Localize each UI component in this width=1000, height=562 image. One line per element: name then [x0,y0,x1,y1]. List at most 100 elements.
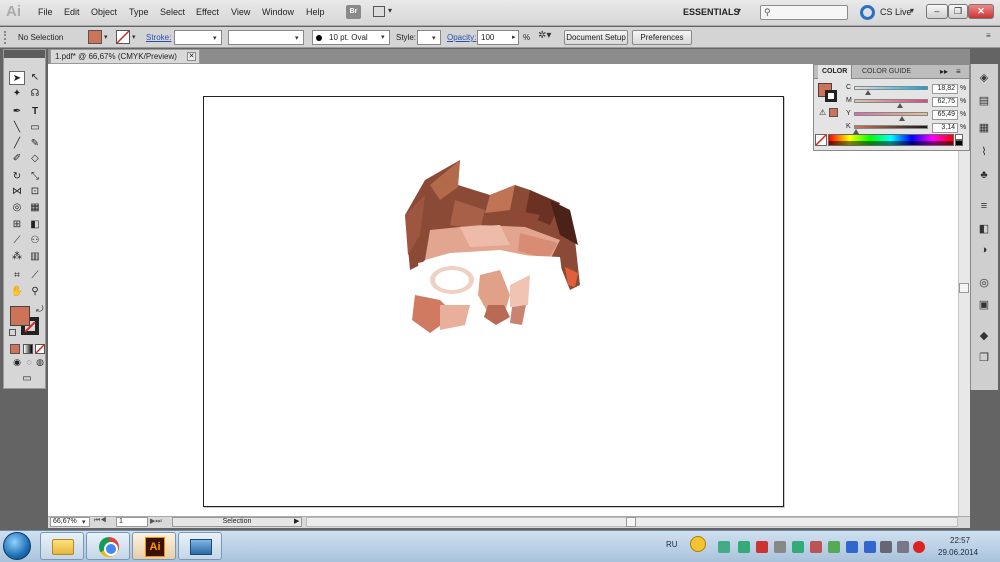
lasso-tool-icon[interactable]: ☊ [27,87,43,101]
opacity-label[interactable]: Opacity: [447,33,476,42]
channel-value-input[interactable]: 65,49 [932,110,958,120]
search-input[interactable]: ⚲ [760,5,848,20]
eraser-tool-icon[interactable]: ◇ [27,152,43,166]
layers-panel-icon[interactable]: ◆ [975,328,993,344]
tray-icon-5[interactable] [792,541,804,553]
taskbar-chrome[interactable] [86,532,130,560]
channel-slider-thumb[interactable] [865,90,871,95]
out-of-gamut-icon[interactable]: ⚠ [819,108,826,117]
cs-live-icon[interactable] [860,5,875,20]
artboard-number-field[interactable]: 1 [116,517,148,527]
recolor-artwork-icon[interactable]: ✲▾ [538,30,556,45]
brushes-panel-icon[interactable]: ⌇ [975,144,993,160]
chevron-down-icon[interactable]: ▾ [381,33,385,41]
pen-tool-icon[interactable]: ✒ [9,105,25,119]
menu-help[interactable]: Help [306,7,325,17]
free-transform-tool-icon[interactable]: ⊡ [27,185,43,199]
blend-tool-icon[interactable]: ⚇ [27,234,43,248]
scale-tool-icon[interactable]: ⤡ [27,170,43,184]
slice-tool-icon[interactable]: ⟋ [27,269,43,283]
panel-menu-icon[interactable]: ≡ [986,31,991,40]
brush-definition[interactable]: 10 pt. Oval [312,30,390,45]
collapse-panel-icon[interactable]: ▸▸ [940,67,948,76]
default-colors-icon[interactable] [9,329,16,336]
channel-value-input[interactable]: 18,82 [932,84,958,94]
screen-mode-icon[interactable]: ▭ [17,372,37,386]
blob-brush-tool-icon[interactable]: ✐ [9,152,25,166]
minimize-button[interactable]: – [926,4,948,19]
tab-color[interactable]: COLOR [818,65,853,79]
chevron-down-icon[interactable]: ▾ [104,33,108,41]
gradient-tool-icon[interactable]: ◧ [27,218,43,232]
stroke-weight-field[interactable]: ▾ [174,30,222,45]
shape-builder-tool-icon[interactable]: ◎ [9,201,25,215]
draw-inside-icon[interactable]: ◍ [32,355,48,369]
black-swatch[interactable] [955,140,963,146]
next-artboard-icon[interactable]: ▶⏭ [150,517,162,526]
bridge-button[interactable]: Br [346,5,361,19]
menu-window[interactable]: Window [262,7,294,17]
low-poly-face-artwork[interactable] [400,155,585,335]
channel-slider-thumb[interactable] [899,116,905,121]
chevron-down-icon[interactable]: ▾ [737,6,741,15]
line-tool-icon[interactable]: ╲ [9,121,25,135]
volume-icon[interactable] [897,541,909,553]
none-mode-icon[interactable] [35,344,45,354]
tab-color-guide[interactable]: COLOR GUIDE [858,65,915,79]
channel-slider-track[interactable] [854,125,928,129]
panel-menu-icon[interactable]: ≡ [956,67,961,76]
graphic-styles-panel-icon[interactable]: ▣ [975,297,993,313]
stroke-color-swatch[interactable] [116,30,130,44]
menu-view[interactable]: View [231,7,250,17]
menu-type[interactable]: Type [129,7,149,17]
network-icon[interactable] [880,541,892,553]
gradient-panel-icon[interactable]: ◧ [975,221,993,237]
document-setup-button[interactable]: Document Setup [564,30,628,45]
stroke-panel-icon[interactable]: ≡ [975,198,993,214]
close-tab-icon[interactable]: ✕ [187,52,196,61]
menu-select[interactable]: Select [160,7,185,17]
symbol-sprayer-tool-icon[interactable]: ⁂ [9,250,25,264]
close-button[interactable]: ✕ [968,4,994,19]
chevron-down-icon[interactable]: ▾ [82,518,86,526]
column-graph-tool-icon[interactable]: ▥ [27,250,43,264]
status-tool-display[interactable]: Selection [172,517,302,527]
mesh-tool-icon[interactable]: ⊞ [9,218,25,232]
menu-effect[interactable]: Effect [196,7,219,17]
tools-panel-header[interactable] [4,50,45,58]
taskbar-photo-viewer[interactable] [178,532,222,560]
taskbar-explorer[interactable] [40,532,84,560]
menu-edit[interactable]: Edit [64,7,80,17]
tray-icon-6[interactable] [810,541,822,553]
tray-icon-10[interactable] [913,541,925,553]
tray-icon-8[interactable] [846,541,858,553]
status-menu-arrow-icon[interactable]: ▶ [294,517,299,525]
preferences-button[interactable]: Preferences [632,30,692,45]
clock-time[interactable]: 22:57 [950,536,970,545]
tray-icon-1[interactable] [718,541,730,553]
horizontal-scroll-thumb[interactable] [626,517,636,527]
chevron-down-icon[interactable]: ▾ [910,6,914,15]
channel-slider-thumb[interactable] [897,103,903,108]
stroke-label[interactable]: Stroke: [146,33,171,42]
zoom-tool-icon[interactable]: ⚲ [27,285,43,299]
cs-live-menu[interactable]: CS Live [880,7,912,17]
hand-tool-icon[interactable]: ✋ [9,285,25,299]
tray-icon-2[interactable] [738,541,750,553]
taskbar-illustrator[interactable]: Ai [132,532,176,560]
panel-stroke-swatch[interactable] [825,90,837,102]
variable-width-profile[interactable]: ▾ [228,30,304,45]
color-panel-icon[interactable]: ◈ [975,70,993,86]
graphic-style-picker[interactable]: ▾ [417,30,441,45]
restore-button[interactable]: ❐ [948,4,968,19]
gradient-mode-icon[interactable] [23,344,33,354]
selection-tool-icon[interactable]: ➤ [9,71,25,85]
vertical-scroll-thumb[interactable] [959,283,969,293]
channel-value-input[interactable]: 62,75 [932,97,958,107]
artboards-panel-icon[interactable]: ❐ [975,350,993,366]
paintbrush-tool-icon[interactable]: ╱ [9,137,25,151]
notification-icon[interactable] [690,536,706,552]
menu-object[interactable]: Object [91,7,117,17]
direct-selection-tool-icon[interactable]: ↖ [27,71,43,85]
tray-icon-4[interactable] [774,541,786,553]
